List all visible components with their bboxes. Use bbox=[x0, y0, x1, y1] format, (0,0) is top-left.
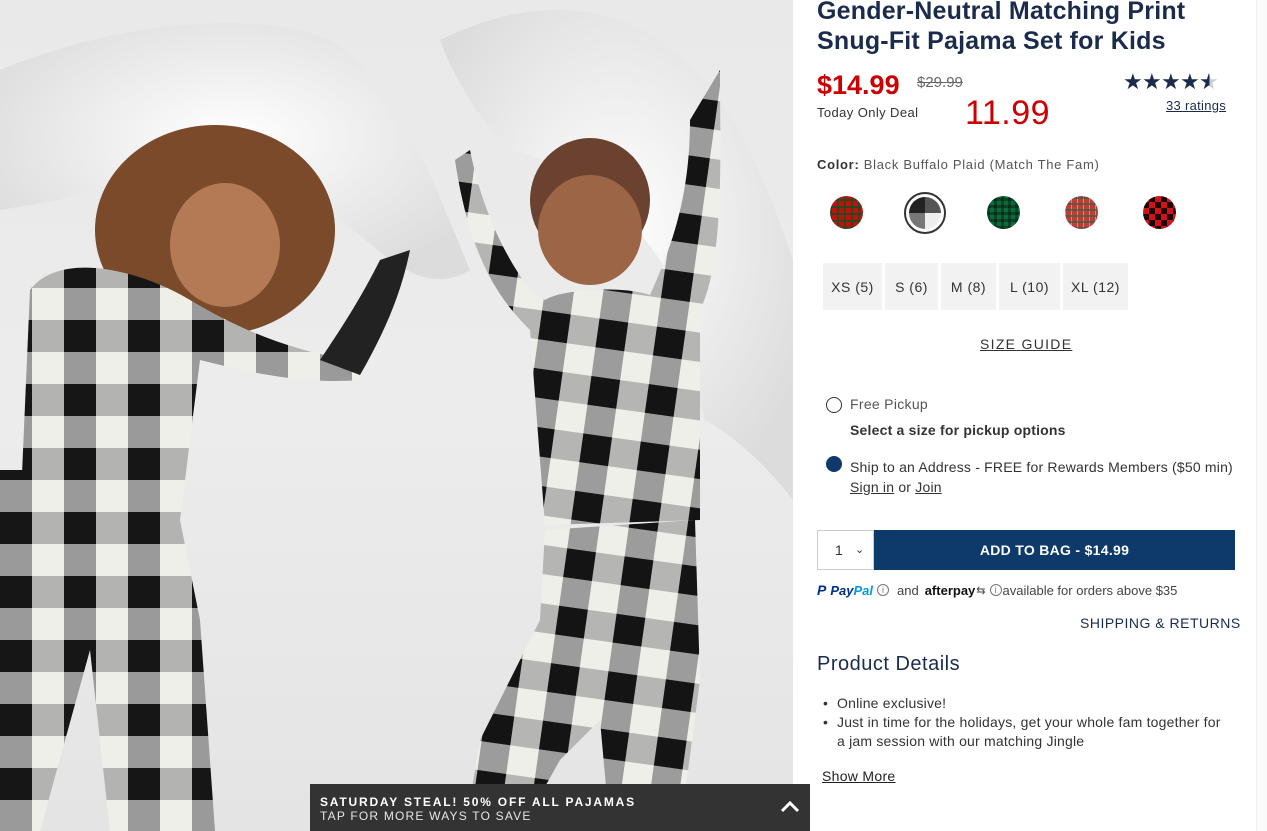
size-button-l[interactable]: L (10) bbox=[999, 263, 1060, 310]
page-scrollbar[interactable] bbox=[1256, 0, 1267, 831]
swatch-black-buffalo-plaid[interactable] bbox=[904, 192, 946, 234]
star-icon: ★ bbox=[1161, 69, 1181, 94]
promo-subtitle: TAP FOR MORE WAYS TO SAVE bbox=[320, 809, 532, 823]
size-button-xl[interactable]: XL (12) bbox=[1063, 263, 1128, 310]
color-value: Black Buffalo Plaid (Match The Fam) bbox=[863, 157, 1100, 172]
product-details-heading: Product Details bbox=[817, 653, 961, 675]
deal-price: 11.99 bbox=[965, 94, 1051, 132]
list-item: Just in time for the holidays, get your … bbox=[823, 713, 1227, 751]
paypal-logo-pal: Pal bbox=[853, 582, 873, 598]
ship-radio[interactable] bbox=[826, 456, 842, 472]
star-icon: ★ bbox=[1180, 69, 1200, 94]
size-button-s[interactable]: S (6) bbox=[885, 263, 938, 310]
product-details-list: Online exclusive! Just in time for the h… bbox=[823, 694, 1227, 751]
size-button-m[interactable]: M (8) bbox=[941, 263, 996, 310]
add-to-bag-button[interactable]: ADD TO BAG - $14.99 bbox=[874, 530, 1235, 570]
star-icon: ★ bbox=[1123, 69, 1143, 94]
payment-note: available for orders above $35 bbox=[1002, 582, 1178, 598]
size-options: XS (5) S (6) M (8) L (10) XL (12) bbox=[823, 263, 1128, 310]
paypal-icon: P bbox=[817, 582, 827, 598]
sign-in-link[interactable]: Sign in bbox=[850, 479, 894, 495]
chevron-up-icon[interactable] bbox=[778, 795, 802, 817]
ship-label: Ship to an Address - FREE for Rewards Me… bbox=[850, 459, 1233, 475]
afterpay-arrows-icon: ⇆ bbox=[976, 584, 986, 597]
product-photo-illustration bbox=[0, 10, 793, 831]
and-text: and bbox=[897, 582, 919, 598]
promo-banner[interactable]: SATURDAY STEAL! 50% OFF ALL PAJAMAS TAP … bbox=[310, 784, 810, 831]
quantity-select[interactable]: 1 ⌄ bbox=[817, 530, 874, 570]
swatch-red-plaid[interactable] bbox=[830, 196, 863, 229]
afterpay-logo: afterpay bbox=[924, 582, 976, 598]
pickup-radio[interactable] bbox=[826, 397, 842, 413]
join-link[interactable]: Join bbox=[915, 479, 941, 495]
promo-title: SATURDAY STEAL! 50% OFF ALL PAJAMAS bbox=[320, 795, 636, 809]
size-guide-link[interactable]: SIZE GUIDE bbox=[980, 336, 1072, 352]
afterpay-info-icon[interactable]: i bbox=[989, 584, 1002, 596]
show-more-link[interactable]: Show More bbox=[822, 768, 896, 784]
original-price: $29.99 bbox=[917, 74, 963, 91]
list-item: Online exclusive! bbox=[823, 694, 1227, 713]
star-icon: ★ bbox=[1142, 69, 1162, 94]
chevron-down-icon: ⌄ bbox=[855, 544, 865, 556]
deal-label: Today Only Deal bbox=[817, 105, 919, 120]
size-button-xs[interactable]: XS (5) bbox=[823, 263, 882, 310]
color-swatches bbox=[830, 192, 1176, 234]
sale-price: $14.99 bbox=[817, 70, 900, 100]
product-info-panel: Gender-Neutral Matching Print Snug-Fit P… bbox=[793, 0, 1267, 831]
swatch-red-buffalo-plaid[interactable] bbox=[1143, 196, 1176, 229]
or-text: or bbox=[898, 479, 912, 495]
paypal-info-icon[interactable]: i bbox=[877, 584, 889, 596]
color-selection-label: Color: Black Buffalo Plaid (Match The Fa… bbox=[817, 157, 1100, 172]
swatch-red-tartan[interactable] bbox=[1065, 196, 1098, 229]
half-star-icon: ★ bbox=[1199, 69, 1219, 94]
payment-options: P Pay Pal i and afterpay ⇆ i available f… bbox=[817, 582, 1177, 598]
product-title: Gender-Neutral Matching Print Snug-Fit P… bbox=[817, 0, 1186, 55]
pickup-subtext: Select a size for pickup options bbox=[850, 422, 1066, 438]
ship-option-text: Ship to an Address - FREE for Rewards Me… bbox=[850, 457, 1240, 497]
ratings-link[interactable]: 33 ratings bbox=[1166, 98, 1226, 113]
quantity-value: 1 bbox=[835, 542, 843, 558]
shipping-returns-link[interactable]: SHIPPING & RETURNS bbox=[1080, 615, 1241, 631]
star-rating[interactable]: ★ ★ ★ ★ ★ bbox=[1123, 68, 1219, 96]
color-label: Color: bbox=[817, 157, 860, 172]
product-image[interactable] bbox=[0, 0, 793, 831]
pickup-label: Free Pickup bbox=[850, 396, 928, 412]
paypal-logo-pay: Pay bbox=[830, 582, 854, 598]
swatch-green-plaid[interactable] bbox=[987, 196, 1020, 229]
